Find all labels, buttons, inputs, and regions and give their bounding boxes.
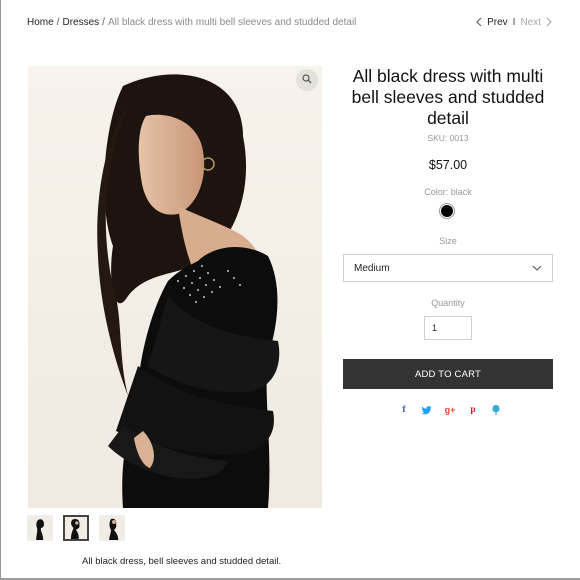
pager-divider: I [512,17,516,28]
thumbnail-2[interactable] [63,515,89,541]
product-title: All black dress with multi bell sleeves … [351,66,545,128]
size-select[interactable]: Medium [343,254,553,282]
product-description: All black dress, bell sleeves and studde… [82,556,282,567]
breadcrumb: Home / Dresses / All black dress with multi … [27,17,356,28]
pinterest-icon[interactable]: p [468,405,478,415]
color-label: Color: black [424,187,472,197]
thumbnail-strip [27,515,125,541]
chevron-right-icon[interactable] [546,17,552,28]
facebook-icon[interactable]: f [399,405,409,415]
next-link[interactable]: Next [520,17,541,28]
twitter-icon[interactable] [422,405,432,415]
add-to-cart-button[interactable]: ADD TO CART [343,359,553,389]
prev-link[interactable]: Prev [487,17,508,28]
magnifier-icon [302,71,312,89]
breadcrumb-category[interactable]: Dresses [62,17,99,28]
thumbnail-1[interactable] [27,515,53,541]
zoom-button[interactable] [296,69,318,91]
social-share: f g+ p [399,405,501,415]
color-swatch-black[interactable] [441,205,453,217]
google-plus-icon[interactable]: g+ [445,405,456,415]
chevron-left-icon[interactable] [476,17,482,28]
quantity-input[interactable] [424,316,472,340]
quantity-label: Quantity [431,298,465,308]
size-label: Size [439,236,457,246]
chevron-down-icon [532,263,542,274]
product-main-image[interactable] [28,66,322,508]
thumbnail-3[interactable] [99,515,125,541]
fancy-icon[interactable] [491,405,501,415]
size-selected-value: Medium [354,262,390,274]
breadcrumb-separator: / [102,17,105,28]
breadcrumb-current: All black dress with multi bell sleeves … [107,17,357,28]
product-price: $57.00 [428,158,468,172]
product-photo [97,74,280,508]
breadcrumb-home[interactable]: Home [27,17,54,28]
frame-left-border [0,0,1,580]
product-pager: Prev I Next [476,17,552,28]
product-sku: SKU: 0013 [427,133,469,143]
breadcrumb-separator: / [56,17,60,28]
